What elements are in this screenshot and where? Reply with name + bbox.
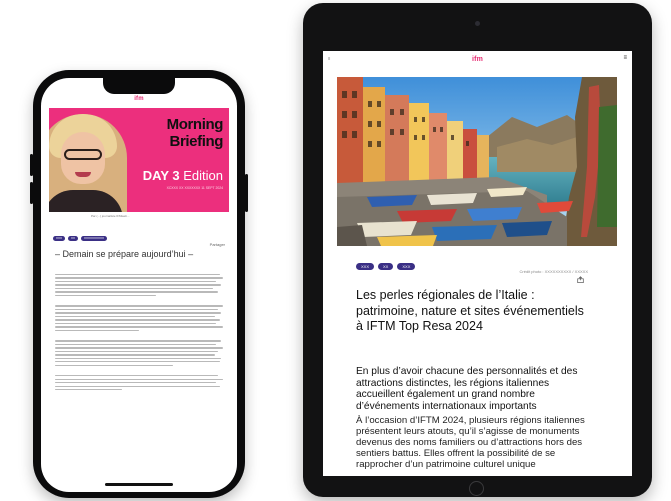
tablet-screen: ≡ ifm ≡ XXX XX XXX Crédit photo: XXXXXX… xyxy=(323,51,632,476)
image-caption: Par (...) journaliste IFMweb... xyxy=(91,214,130,218)
portrait-image xyxy=(49,114,127,212)
portrait-glasses xyxy=(64,149,102,160)
banner-subtitle: XCXXX XX XXXXXXX 11 SEPT 2024 xyxy=(166,186,223,190)
phone-side-button xyxy=(30,182,33,204)
banner-day-label: DAY 3 Edition xyxy=(143,168,223,183)
photo-credit: Crédit photo : XXXXXXXXXX / XXXXX xyxy=(519,269,588,274)
share-button[interactable]: Partager xyxy=(210,242,225,247)
home-button[interactable] xyxy=(469,481,484,496)
phone-screen: ifm Morning Briefing DAY 3 Edition XCXXX… xyxy=(41,78,237,492)
tag-pill[interactable]: XXX xyxy=(397,263,416,270)
phone-power-button xyxy=(245,174,248,212)
phone-notch xyxy=(103,78,175,94)
tag-list: XXX XX XXX xyxy=(356,263,416,270)
menu-icon[interactable]: ≡ xyxy=(623,55,627,61)
share-icon-glyph xyxy=(577,276,584,283)
tag-pill[interactable]: XXX xyxy=(53,236,66,241)
tablet-device: ≡ ifm ≡ XXX XX XXX Crédit photo: XXXXXX… xyxy=(303,3,652,497)
tag-list: XXX XX XXXXXXXXXX xyxy=(53,236,108,241)
morning-briefing-banner[interactable]: Morning Briefing DAY 3 Edition XCXXX XX … xyxy=(49,108,229,212)
tablet-header: ≡ ifm ≡ xyxy=(323,51,632,67)
banner-day: DAY 3 xyxy=(142,168,180,183)
banner-edition: Edition xyxy=(183,168,223,183)
hero-image-cinque-terre xyxy=(337,77,617,246)
home-indicator[interactable] xyxy=(105,483,173,486)
article-body-text xyxy=(55,274,223,393)
banner-title: Morning Briefing xyxy=(166,116,224,150)
portrait-lips xyxy=(75,172,91,177)
tag-pill[interactable]: XX xyxy=(378,263,394,270)
phone-device: ifm Morning Briefing DAY 3 Edition XCXXX… xyxy=(30,70,248,498)
tablet-camera xyxy=(475,21,480,26)
article-paragraph: À l’occasion d’IFTM 2024, plusieurs régi… xyxy=(356,415,585,470)
portrait-shirt xyxy=(49,190,123,212)
phone-side-button xyxy=(30,154,33,176)
back-icon[interactable]: ≡ xyxy=(328,56,330,61)
article-lead: En plus d’avoir chacune des personnalité… xyxy=(356,366,578,412)
share-icon[interactable] xyxy=(577,276,584,285)
tag-pill[interactable]: XXXXXXXXXX xyxy=(81,236,108,241)
article-heading: – Demain se prépare aujourd’hui – xyxy=(55,249,194,259)
ifm-logo[interactable]: ifm xyxy=(134,96,144,102)
tag-pill[interactable]: XXX xyxy=(356,263,375,270)
ifm-logo[interactable]: ifm xyxy=(472,56,483,63)
tag-pill[interactable]: XX xyxy=(68,236,79,241)
article-title: Les perles régionales de l’Italie : patr… xyxy=(356,288,584,333)
